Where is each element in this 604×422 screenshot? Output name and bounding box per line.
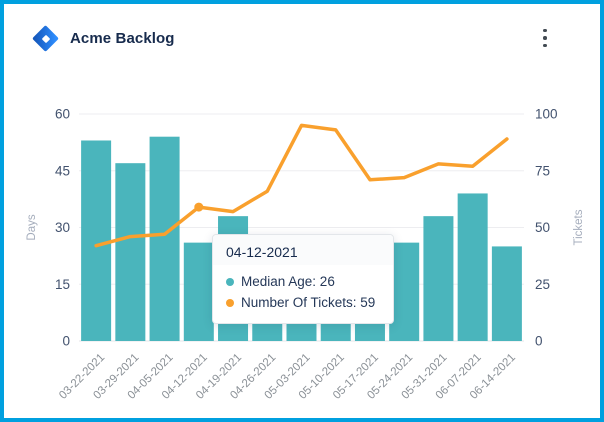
app-window: Acme Backlog 0153045600255075100DaysTick… — [0, 0, 604, 422]
left-axis-tick-label: 0 — [62, 334, 70, 349]
chart-tooltip: 04-12-2021 Median Age: 26 Number Of Ticke… — [212, 234, 394, 324]
right-axis-title: Tickets — [573, 209, 585, 245]
median-age-bar[interactable] — [458, 193, 488, 341]
series-dot-icon — [226, 278, 234, 286]
tooltip-item-text: Number Of Tickets: 59 — [241, 295, 375, 310]
median-age-bar[interactable] — [115, 163, 145, 341]
series-dot-icon — [226, 299, 234, 307]
right-axis-tick-label: 50 — [535, 220, 550, 235]
left-axis-tick-label: 60 — [55, 107, 70, 122]
median-age-bar[interactable] — [423, 216, 453, 341]
median-age-bar[interactable] — [184, 243, 214, 341]
hovered-point-marker[interactable] — [194, 203, 203, 212]
right-axis-tick-label: 0 — [535, 334, 543, 349]
median-age-bar[interactable] — [492, 246, 522, 341]
backlog-combo-chart[interactable]: 0153045600255075100DaysTickets03-22-2021… — [4, 4, 604, 422]
median-age-bar[interactable] — [150, 137, 180, 341]
left-axis-tick-label: 30 — [55, 220, 70, 235]
right-axis-tick-label: 75 — [535, 163, 550, 178]
right-axis-tick-label: 100 — [535, 107, 558, 122]
tooltip-item: Median Age: 26 — [226, 271, 380, 292]
tooltip-title: 04-12-2021 — [213, 235, 393, 265]
left-axis-tick-label: 15 — [55, 277, 70, 292]
left-axis-tick-label: 45 — [55, 163, 70, 178]
tooltip-item-text: Median Age: 26 — [241, 274, 335, 289]
left-axis-title: Days — [26, 214, 38, 240]
tooltip-item: Number Of Tickets: 59 — [226, 292, 380, 313]
tooltip-items: Median Age: 26 Number Of Tickets: 59 — [213, 265, 393, 323]
right-axis-tick-label: 25 — [535, 277, 550, 292]
median-age-bar[interactable] — [81, 140, 111, 341]
